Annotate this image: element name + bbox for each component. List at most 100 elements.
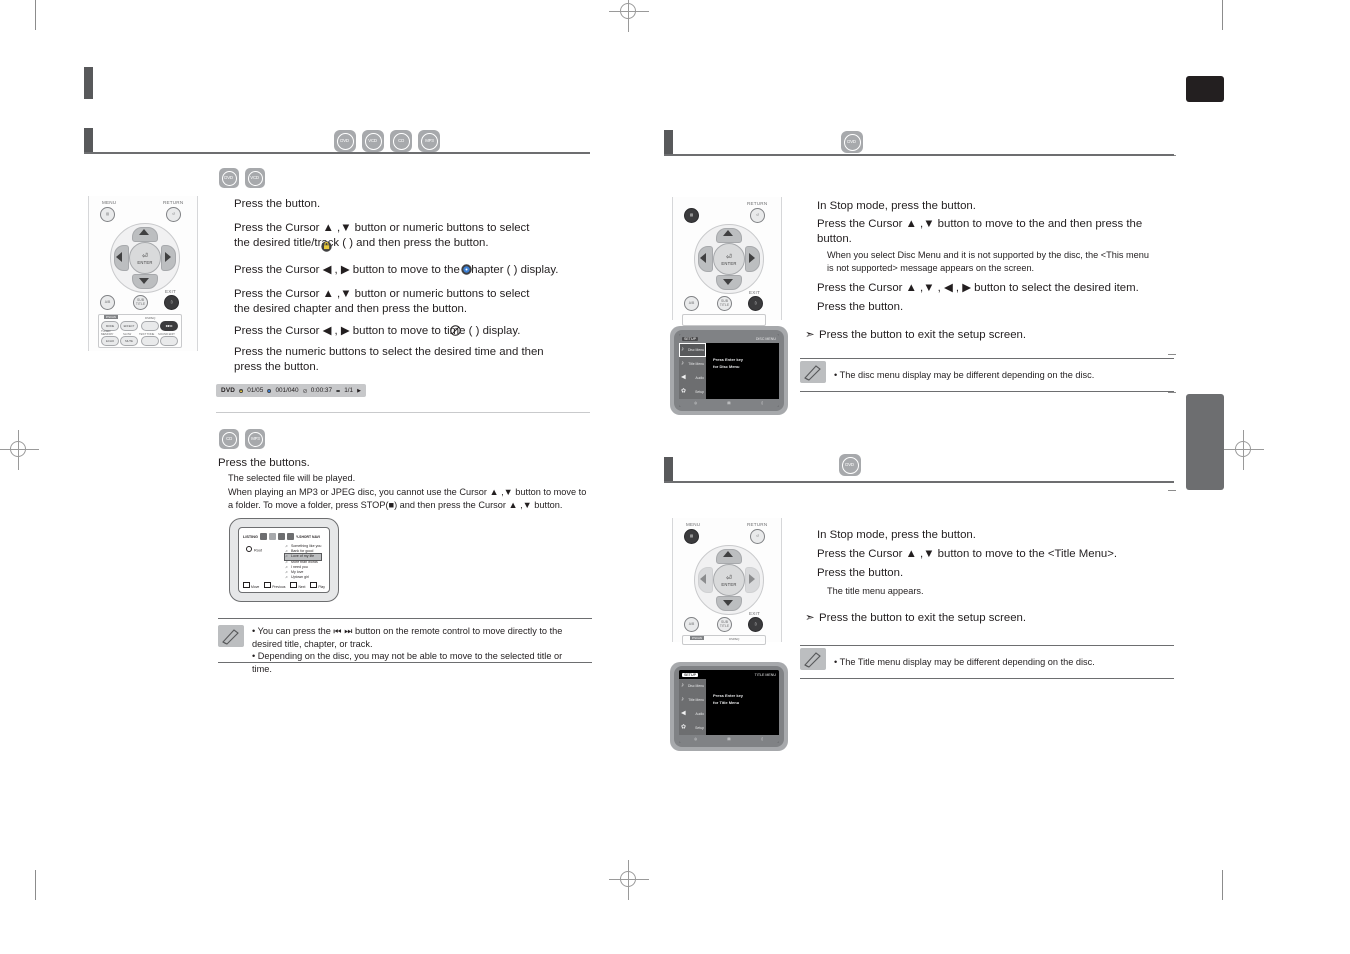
audio-icon bbox=[336, 389, 340, 392]
badge-label: MP3 bbox=[424, 137, 434, 143]
left-section-1-sub-badges: DVD VCD bbox=[219, 168, 265, 188]
mp3-root-item: Root bbox=[246, 546, 262, 553]
osd-icon-stop: ◎ bbox=[694, 737, 698, 741]
track-label: My love bbox=[291, 570, 304, 575]
right-note-box-2: • The Title menu display may be differen… bbox=[800, 645, 1174, 679]
dpad-up-arrow-icon bbox=[139, 229, 149, 235]
right-note-box-1: • The disc menu display may be different… bbox=[800, 358, 1174, 392]
osd-item-setup[interactable]: ✿ Setup bbox=[679, 721, 706, 735]
list-item[interactable]: ♫ Uptown girl bbox=[285, 575, 321, 580]
disc-badge-dvd: DVD bbox=[334, 130, 356, 152]
picture-icon bbox=[268, 533, 276, 540]
left-note-box: • You can press the ⏮ ⏭ button on the re… bbox=[218, 618, 592, 674]
remote-exit-button: ▯ bbox=[748, 296, 763, 311]
badge-label: MP3 bbox=[250, 435, 260, 441]
mp3-root-label: Root bbox=[254, 548, 263, 553]
osd-message: Press Enter key for Title Menu bbox=[713, 693, 744, 705]
note-bottom-rule bbox=[800, 678, 1174, 679]
remote-label-menu: MENU bbox=[686, 522, 701, 527]
right-exit-line-1: ➣ Press the button to exit the setup scre… bbox=[805, 328, 1135, 343]
tv-screen: SETUP DISC MENU ♪ Disc Menu ♪ Title Menu ◀… bbox=[679, 334, 779, 407]
right-section-1-badges: DVD bbox=[841, 131, 863, 153]
remote-enter-button: ⏎ ENTER bbox=[713, 564, 745, 596]
osd-item-title-menu[interactable]: ♪ Title Menu bbox=[679, 693, 706, 707]
track-label: Uptown girl bbox=[291, 575, 309, 580]
movie-icon bbox=[277, 533, 285, 540]
time-clock-icon bbox=[302, 388, 307, 393]
osd-icon-list: ▤ bbox=[727, 401, 731, 405]
disc-menu-osd-screen: SETUP DISC MENU ♪ Disc Menu ♪ Title Menu ◀… bbox=[670, 326, 788, 415]
disc-badge-mp3: MP3 bbox=[418, 130, 440, 152]
dpad-right-arrow-icon bbox=[749, 253, 755, 263]
crop-mark-edge-r4 bbox=[1168, 490, 1176, 491]
remote-key-plain-2 bbox=[141, 336, 159, 346]
remote-key-effect: EFFECT bbox=[120, 321, 138, 331]
osd-audio-value: 1/1 bbox=[344, 387, 354, 394]
section-rule bbox=[84, 152, 590, 154]
remote-label-dspeq: DSP/EQ bbox=[729, 637, 740, 641]
crop-mark-tr bbox=[1222, 0, 1223, 30]
track-label: More than words bbox=[291, 559, 318, 564]
right-exit-line-2: ➣ Press the button to exit the setup scre… bbox=[805, 611, 1135, 626]
left-step-2: Press the Cursor ▲ ,▼ button or numeric … bbox=[234, 222, 530, 249]
left-section2-note-2: When playing an MP3 or JPEG disc, you ca… bbox=[228, 487, 587, 510]
osd-item-audio[interactable]: ◀ Audio bbox=[679, 707, 706, 721]
right-s2-step-3: Press the button. bbox=[817, 567, 904, 579]
footer-previous: Previous bbox=[264, 582, 285, 589]
right-section-2-badges: DVD bbox=[839, 454, 861, 476]
remote-control-illustration-right-top: RETURN ▥ ↺ ⏎ ENTER A/B SUB TITLE EXIT ▯ bbox=[672, 197, 782, 326]
footer-next: Next bbox=[290, 582, 305, 589]
enter-glyph-icon: ⏎ bbox=[141, 252, 149, 260]
pencil-glyph-icon bbox=[222, 629, 239, 645]
pencil-glyph-icon bbox=[804, 652, 821, 668]
right-s2-inline-note: The title menu appears. bbox=[827, 586, 924, 596]
remote-control-illustration-top-left: MENU RETURN ▥ ↺ ⏎ ENTER A/B SUB TITLE EXI… bbox=[88, 196, 198, 351]
arrow-bullet-icon: ➣ bbox=[805, 329, 815, 341]
remote-group-label-pscan: P.SCAN bbox=[104, 315, 118, 319]
osd-item-disc-menu[interactable]: ♪ Disc Menu bbox=[679, 679, 706, 693]
music-note-icon bbox=[259, 533, 267, 540]
remote-label-return: RETURN bbox=[747, 522, 768, 527]
osd-item-label: Title Menu bbox=[688, 362, 704, 366]
disc-badge-cd: CD bbox=[390, 130, 412, 152]
pencil-icon bbox=[800, 361, 826, 383]
right-step-3: Press the Cursor ▲ ,▼ , ◀ , ▶ button to … bbox=[817, 282, 1139, 294]
footer-label: Previous bbox=[272, 585, 286, 589]
remote-audio-button: A/B bbox=[100, 295, 115, 310]
crop-mark-edge-r2 bbox=[1168, 354, 1176, 355]
crop-mark-br bbox=[1222, 870, 1223, 900]
enter-label: ENTER bbox=[137, 259, 153, 265]
badge-label: DVD bbox=[340, 137, 350, 143]
registration-mark-bottom bbox=[609, 860, 649, 900]
remote-return-button: ↺ bbox=[750, 208, 765, 223]
left-step-1: Press the button. bbox=[234, 198, 321, 210]
osd-icon-exit: ▯ bbox=[761, 737, 764, 741]
osd-item-title-menu[interactable]: ♪ Title Menu bbox=[679, 357, 706, 371]
badge-label: DVD bbox=[224, 174, 234, 180]
osd-icon-exit: ▯ bbox=[761, 401, 764, 405]
dpad-up-arrow-icon bbox=[723, 230, 733, 236]
osd-item-audio[interactable]: ◀ Audio bbox=[679, 371, 706, 385]
remote-label-dspeq: DSP/EQ bbox=[145, 316, 156, 320]
registration-mark-right bbox=[1224, 430, 1264, 470]
manual-page: DVD VCD CD MP3 DVD VCD MENU RETURN ▥ ↺ ⏎… bbox=[0, 0, 1350, 954]
note-line-1: • You can press the ⏮ ⏭ button on the re… bbox=[252, 626, 563, 649]
exit-line-label: Press the button to exit the setup scree… bbox=[819, 329, 1027, 341]
dpad-right-arrow-icon bbox=[165, 252, 171, 262]
section-bar bbox=[84, 128, 93, 152]
remote-control-illustration-right-bottom: MENU RETURN ▥ ↺ ⏎ ENTER A/B SUB TITLE EXI… bbox=[672, 518, 782, 645]
title-menu-osd-screen: SETUP TITLE MENU ♪ Disc Menu ♪ Title Menu … bbox=[670, 662, 788, 751]
key-icon bbox=[290, 582, 298, 588]
remote-label-exit: EXIT bbox=[749, 290, 761, 295]
remote-key-mute: MUTE bbox=[120, 336, 138, 346]
osd-item-setup[interactable]: ✿ Setup bbox=[679, 385, 706, 399]
mp3-track-list: ♫ Something like you ♫ Bank for good ♫ Love… bbox=[283, 544, 323, 580]
right-s2-step-2: Press the Cursor ▲ ,▼ button to move to … bbox=[817, 548, 1118, 560]
left-section-1-badges: DVD VCD CD MP3 bbox=[334, 130, 440, 152]
remote-key-plain-3 bbox=[160, 336, 178, 346]
mp3-list-screen: LISTING Y-SHORT NAVI Root ♫ Something lik… bbox=[229, 518, 339, 602]
remote-menu-button: ▥ bbox=[100, 207, 115, 222]
osd-top-bar: SETUP DISC MENU bbox=[679, 334, 779, 343]
remote-label-return: RETURN bbox=[163, 200, 184, 205]
osd-item-disc-menu[interactable]: ♪ Disc Menu bbox=[679, 343, 706, 357]
